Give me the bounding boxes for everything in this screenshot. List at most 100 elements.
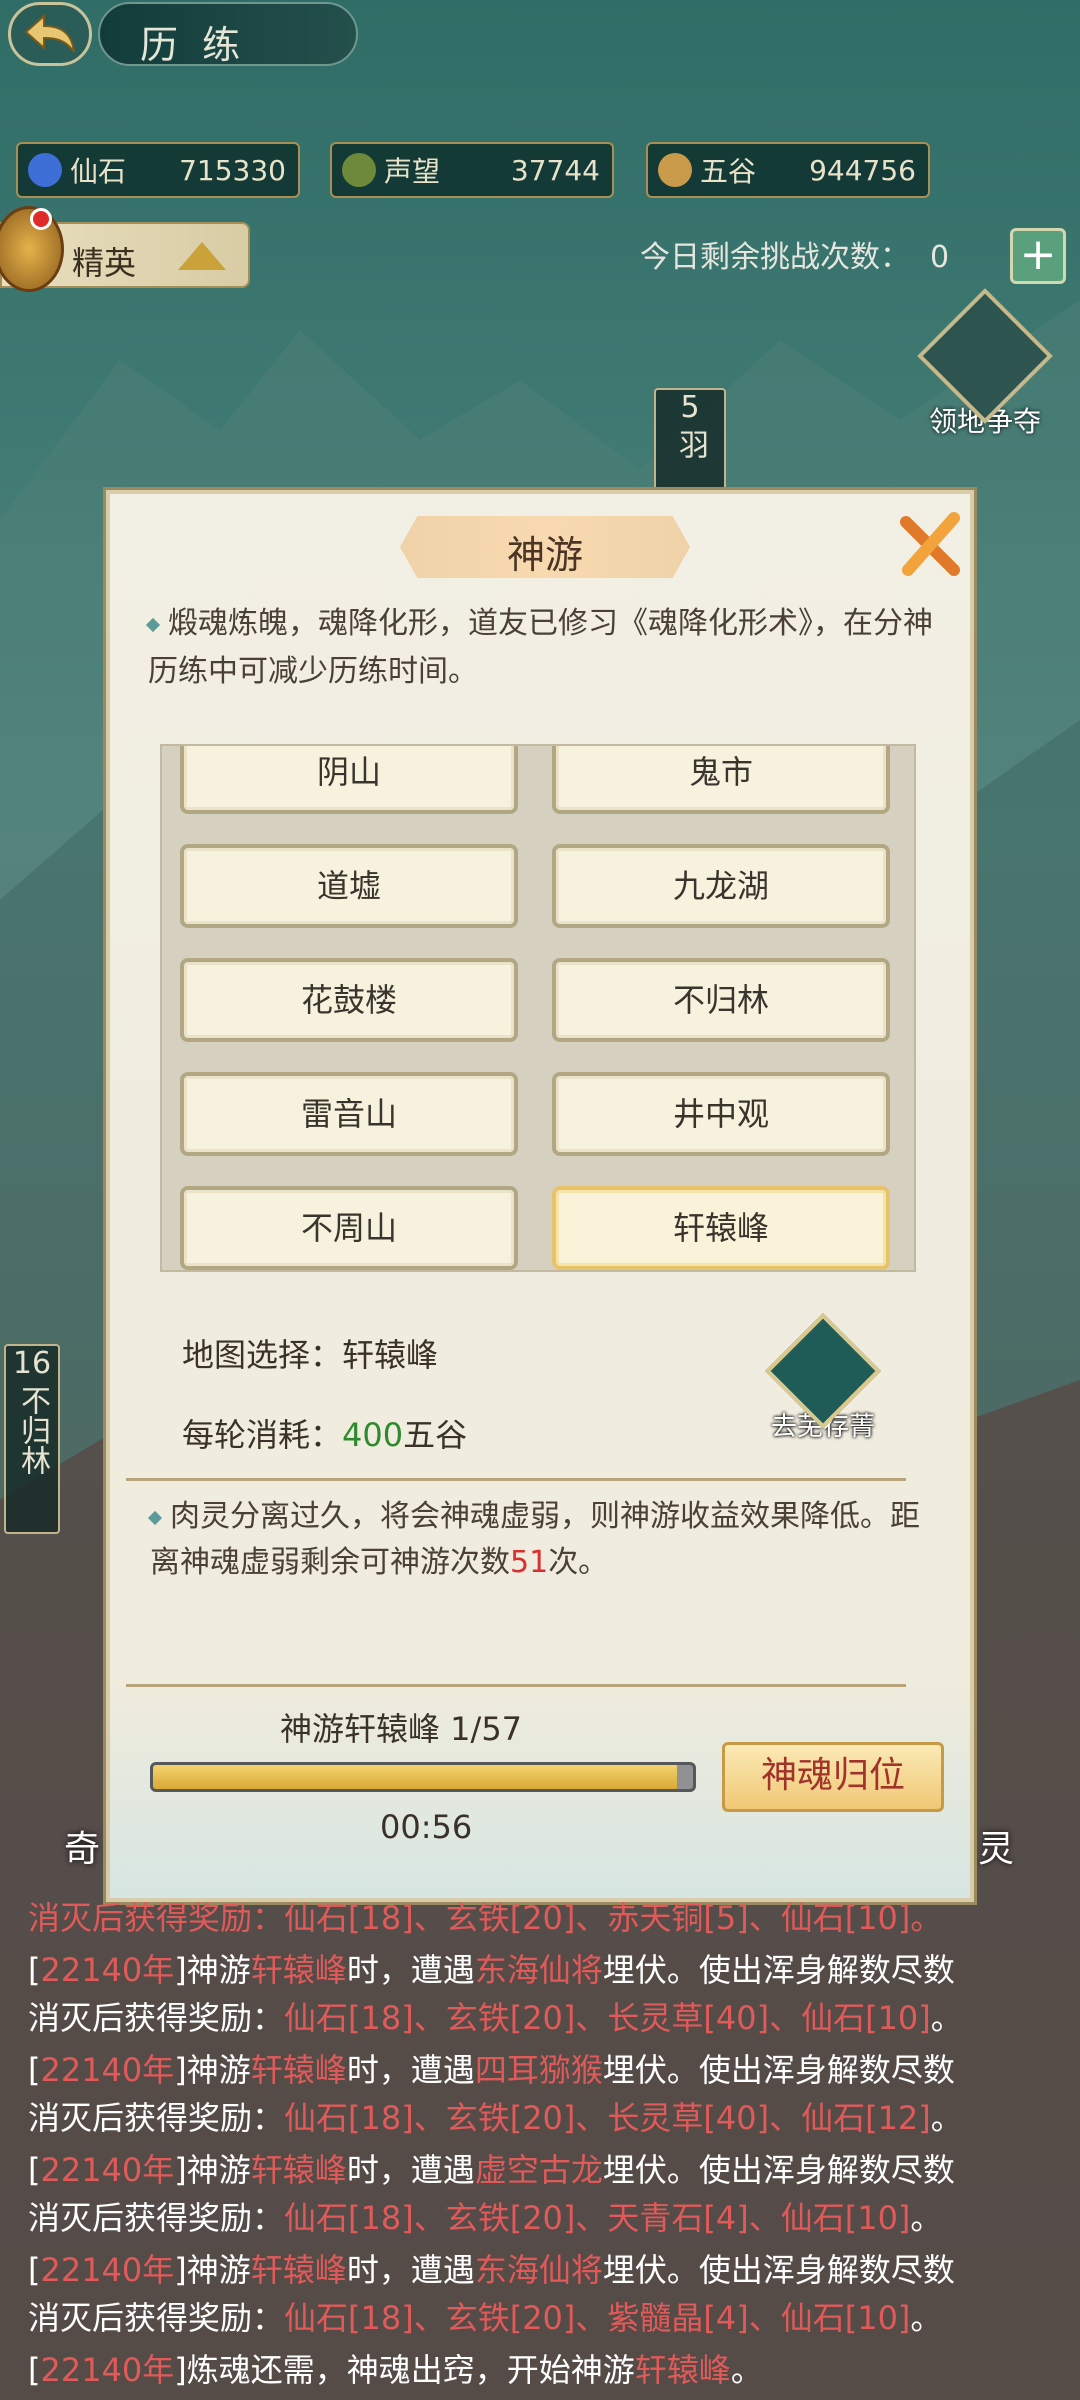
- remaining-count: 51: [510, 1545, 549, 1580]
- countdown-timer: 00:56: [380, 1808, 473, 1846]
- page-title-box: 历 练: [98, 2, 358, 67]
- close-icon[interactable]: [892, 508, 968, 584]
- map-option-selected[interactable]: 轩辕峰: [552, 1186, 890, 1270]
- log-text: 神游: [186, 2151, 251, 2189]
- marker-number: 5: [680, 390, 700, 425]
- cost-unit: 五谷: [403, 1416, 468, 1454]
- log-enemy: 四耳猕猴: [474, 2051, 603, 2089]
- log-text: 时，遭遇: [346, 1951, 475, 1989]
- map-selection-value: 轩辕峰: [342, 1336, 439, 1374]
- chevron-up-icon: [178, 242, 226, 270]
- log-text: 炼魂还需，神魂出窍，开始神游: [186, 2351, 635, 2389]
- log-year: 22140年: [40, 2251, 175, 2289]
- log-text: 消灭后获得奖励：仙石[18]、玄铁[20]、赤天铜[5]、仙石[10]。: [28, 1899, 943, 1937]
- map-selection-label: 地图选择：: [182, 1336, 343, 1374]
- recall-spirit-button[interactable]: 神魂归位: [722, 1742, 944, 1812]
- map-option[interactable]: 道墟: [180, 844, 518, 928]
- grain-icon: [658, 153, 692, 187]
- log-place: 轩辕峰: [250, 1951, 347, 1989]
- log-text: 时，遭遇: [346, 2151, 475, 2189]
- log-enemy: 东海仙将: [474, 2251, 603, 2289]
- cost-label: 每轮消耗：: [182, 1416, 343, 1454]
- log-year: 22140年: [40, 2051, 175, 2089]
- back-button[interactable]: [8, 2, 92, 66]
- intro-body: 煅魂炼魄，魂降化形，道友已修习《魂降化形术》，在分神历练中可减少历练时间。: [148, 606, 933, 689]
- add-challenge-button[interactable]: +: [1010, 228, 1066, 284]
- bullet-icon: [147, 1510, 163, 1525]
- map-marker-5[interactable]: 5 羽: [654, 388, 726, 490]
- log-year: 22140年: [40, 1951, 175, 1989]
- top-bar: 历 练: [0, 0, 1080, 72]
- log-rewards: 仙石[18]、玄铁[20]、天青石[4]、仙石[10]: [284, 2199, 911, 2237]
- log-entry: [22140年]神游轩辕峰时，遭遇四耳猕猴埋伏。使出浑身解数尽数 消灭后获得奖励：…: [28, 2051, 963, 2137]
- territory-battle-button[interactable]: 领地争夺: [900, 288, 1070, 440]
- side-label-right[interactable]: 灵: [978, 1820, 1014, 1872]
- side-label-left[interactable]: 奇: [64, 1820, 100, 1872]
- log-text: 埋伏。使出浑身解数尽数: [602, 2151, 955, 2189]
- log-text: 消灭后获得奖励：: [28, 1999, 285, 2037]
- log-entry: [22140年]神游轩辕峰时，遭遇虚空古龙埋伏。使出浑身解数尽数 消灭后获得奖励：…: [28, 2151, 955, 2237]
- log-text: 埋伏。使出浑身解数尽数: [602, 1951, 955, 1989]
- intro-text: 煅魂炼魄，魂降化形，道友已修习《魂降化形术》，在分神历练中可减少历练时间。: [145, 600, 948, 696]
- map-option[interactable]: 雷音山: [180, 1072, 518, 1156]
- log-text: 。: [910, 2299, 943, 2337]
- resource-value: 715330: [179, 153, 286, 187]
- resource-value: 37744: [510, 153, 600, 187]
- resource-shengwang: 声望 37744: [330, 142, 614, 198]
- log-enemy: 东海仙将: [474, 1951, 603, 1989]
- back-arrow-icon: [24, 13, 75, 53]
- log-place: 轩辕峰: [250, 2151, 347, 2189]
- log-line: 消灭后获得奖励：仙石[18]、玄铁[20]、赤天铜[5]、仙石[10]。: [28, 1894, 1068, 1942]
- refine-button[interactable]: 去芜存菁: [758, 1313, 888, 1466]
- log-place: 轩辕峰: [634, 2351, 731, 2389]
- challenge-count: 今日剩余挑战次数： 0: [640, 232, 949, 276]
- log-rewards: 仙石[18]、玄铁[20]、长灵草[40]、仙石[12]: [284, 2099, 931, 2137]
- notification-dot: [30, 208, 52, 230]
- log-text: 神游: [186, 2051, 251, 2089]
- progress-bar: [150, 1762, 696, 1792]
- marker-label: 不归林: [15, 1385, 50, 1475]
- note-text-end: 次。: [548, 1545, 609, 1580]
- map-option[interactable]: 花鼓楼: [180, 958, 518, 1042]
- page-title: 历 练: [140, 23, 247, 67]
- map-option[interactable]: 不周山: [180, 1186, 518, 1270]
- dialog-title-plate: 神游: [400, 516, 690, 578]
- log-line: [22140年]炼魂还需，神魂出窍，开始神游轩辕峰。: [28, 2351, 763, 2389]
- progress-fill: [153, 1765, 677, 1789]
- map-option[interactable]: 井中观: [552, 1072, 890, 1156]
- challenge-label: 今日剩余挑战次数：: [640, 240, 910, 275]
- dialog-title: 神游: [506, 533, 583, 577]
- log-text: 时，遭遇: [346, 2251, 475, 2289]
- divider: [126, 1684, 906, 1687]
- log-entry: [22140年]神游轩辕峰时，遭遇东海仙将埋伏。使出浑身解数尽数 消灭后获得奖励：…: [28, 2251, 955, 2337]
- round-cost: 每轮消耗：400五谷: [182, 1410, 467, 1456]
- map-marker-16[interactable]: 16 不归林: [4, 1344, 60, 1534]
- log-year: 22140年: [40, 2151, 175, 2189]
- log-text: 神游: [186, 1951, 251, 1989]
- log-place: 轩辕峰: [250, 2051, 347, 2089]
- bullet-icon: [145, 617, 161, 632]
- resource-name: 仙石: [70, 155, 127, 188]
- spirit-travel-dialog: 神游 煅魂炼魄，魂降化形，道友已修习《魂降化形术》，在分神历练中可减少历练时间。…: [106, 490, 974, 1902]
- prestige-icon: [342, 153, 376, 187]
- log-text: 。: [910, 2199, 943, 2237]
- map-option[interactable]: 不归林: [552, 958, 890, 1042]
- log-rewards: 仙石[18]、玄铁[20]、紫髓晶[4]、仙石[10]: [284, 2299, 911, 2337]
- map-option[interactable]: 鬼市: [552, 746, 890, 814]
- log-year: 22140年: [40, 2351, 175, 2389]
- log-enemy: 虚空古龙: [474, 2151, 603, 2189]
- map-option[interactable]: 阴山: [180, 746, 518, 814]
- resource-value: 944756: [809, 153, 916, 187]
- divider: [126, 1478, 906, 1481]
- battle-log: 消灭后获得奖励：仙石[18]、玄铁[20]、赤天铜[5]、仙石[10]。 [22…: [28, 1894, 1068, 2398]
- log-text: 。: [930, 2099, 963, 2137]
- crystal-icon: [28, 153, 62, 187]
- weakness-note: 肉灵分离过久，将会神魂虚弱，则神游收益效果降低。距离神魂虚弱剩余可神游次数51次…: [147, 1494, 940, 1586]
- resource-xianshi: 仙石 715330: [16, 142, 300, 198]
- map-list[interactable]: 阴山 鬼市 道墟 九龙湖 花鼓楼 不归林 雷音山 井中观 不周山 轩辕峰: [160, 744, 916, 1272]
- log-text: 消灭后获得奖励：: [28, 2299, 285, 2337]
- resource-wugu: 五谷 944756: [646, 142, 930, 198]
- map-selection: 地图选择：轩辕峰: [182, 1330, 438, 1376]
- map-option[interactable]: 九龙湖: [552, 844, 890, 928]
- marker-label: 羽: [673, 429, 708, 459]
